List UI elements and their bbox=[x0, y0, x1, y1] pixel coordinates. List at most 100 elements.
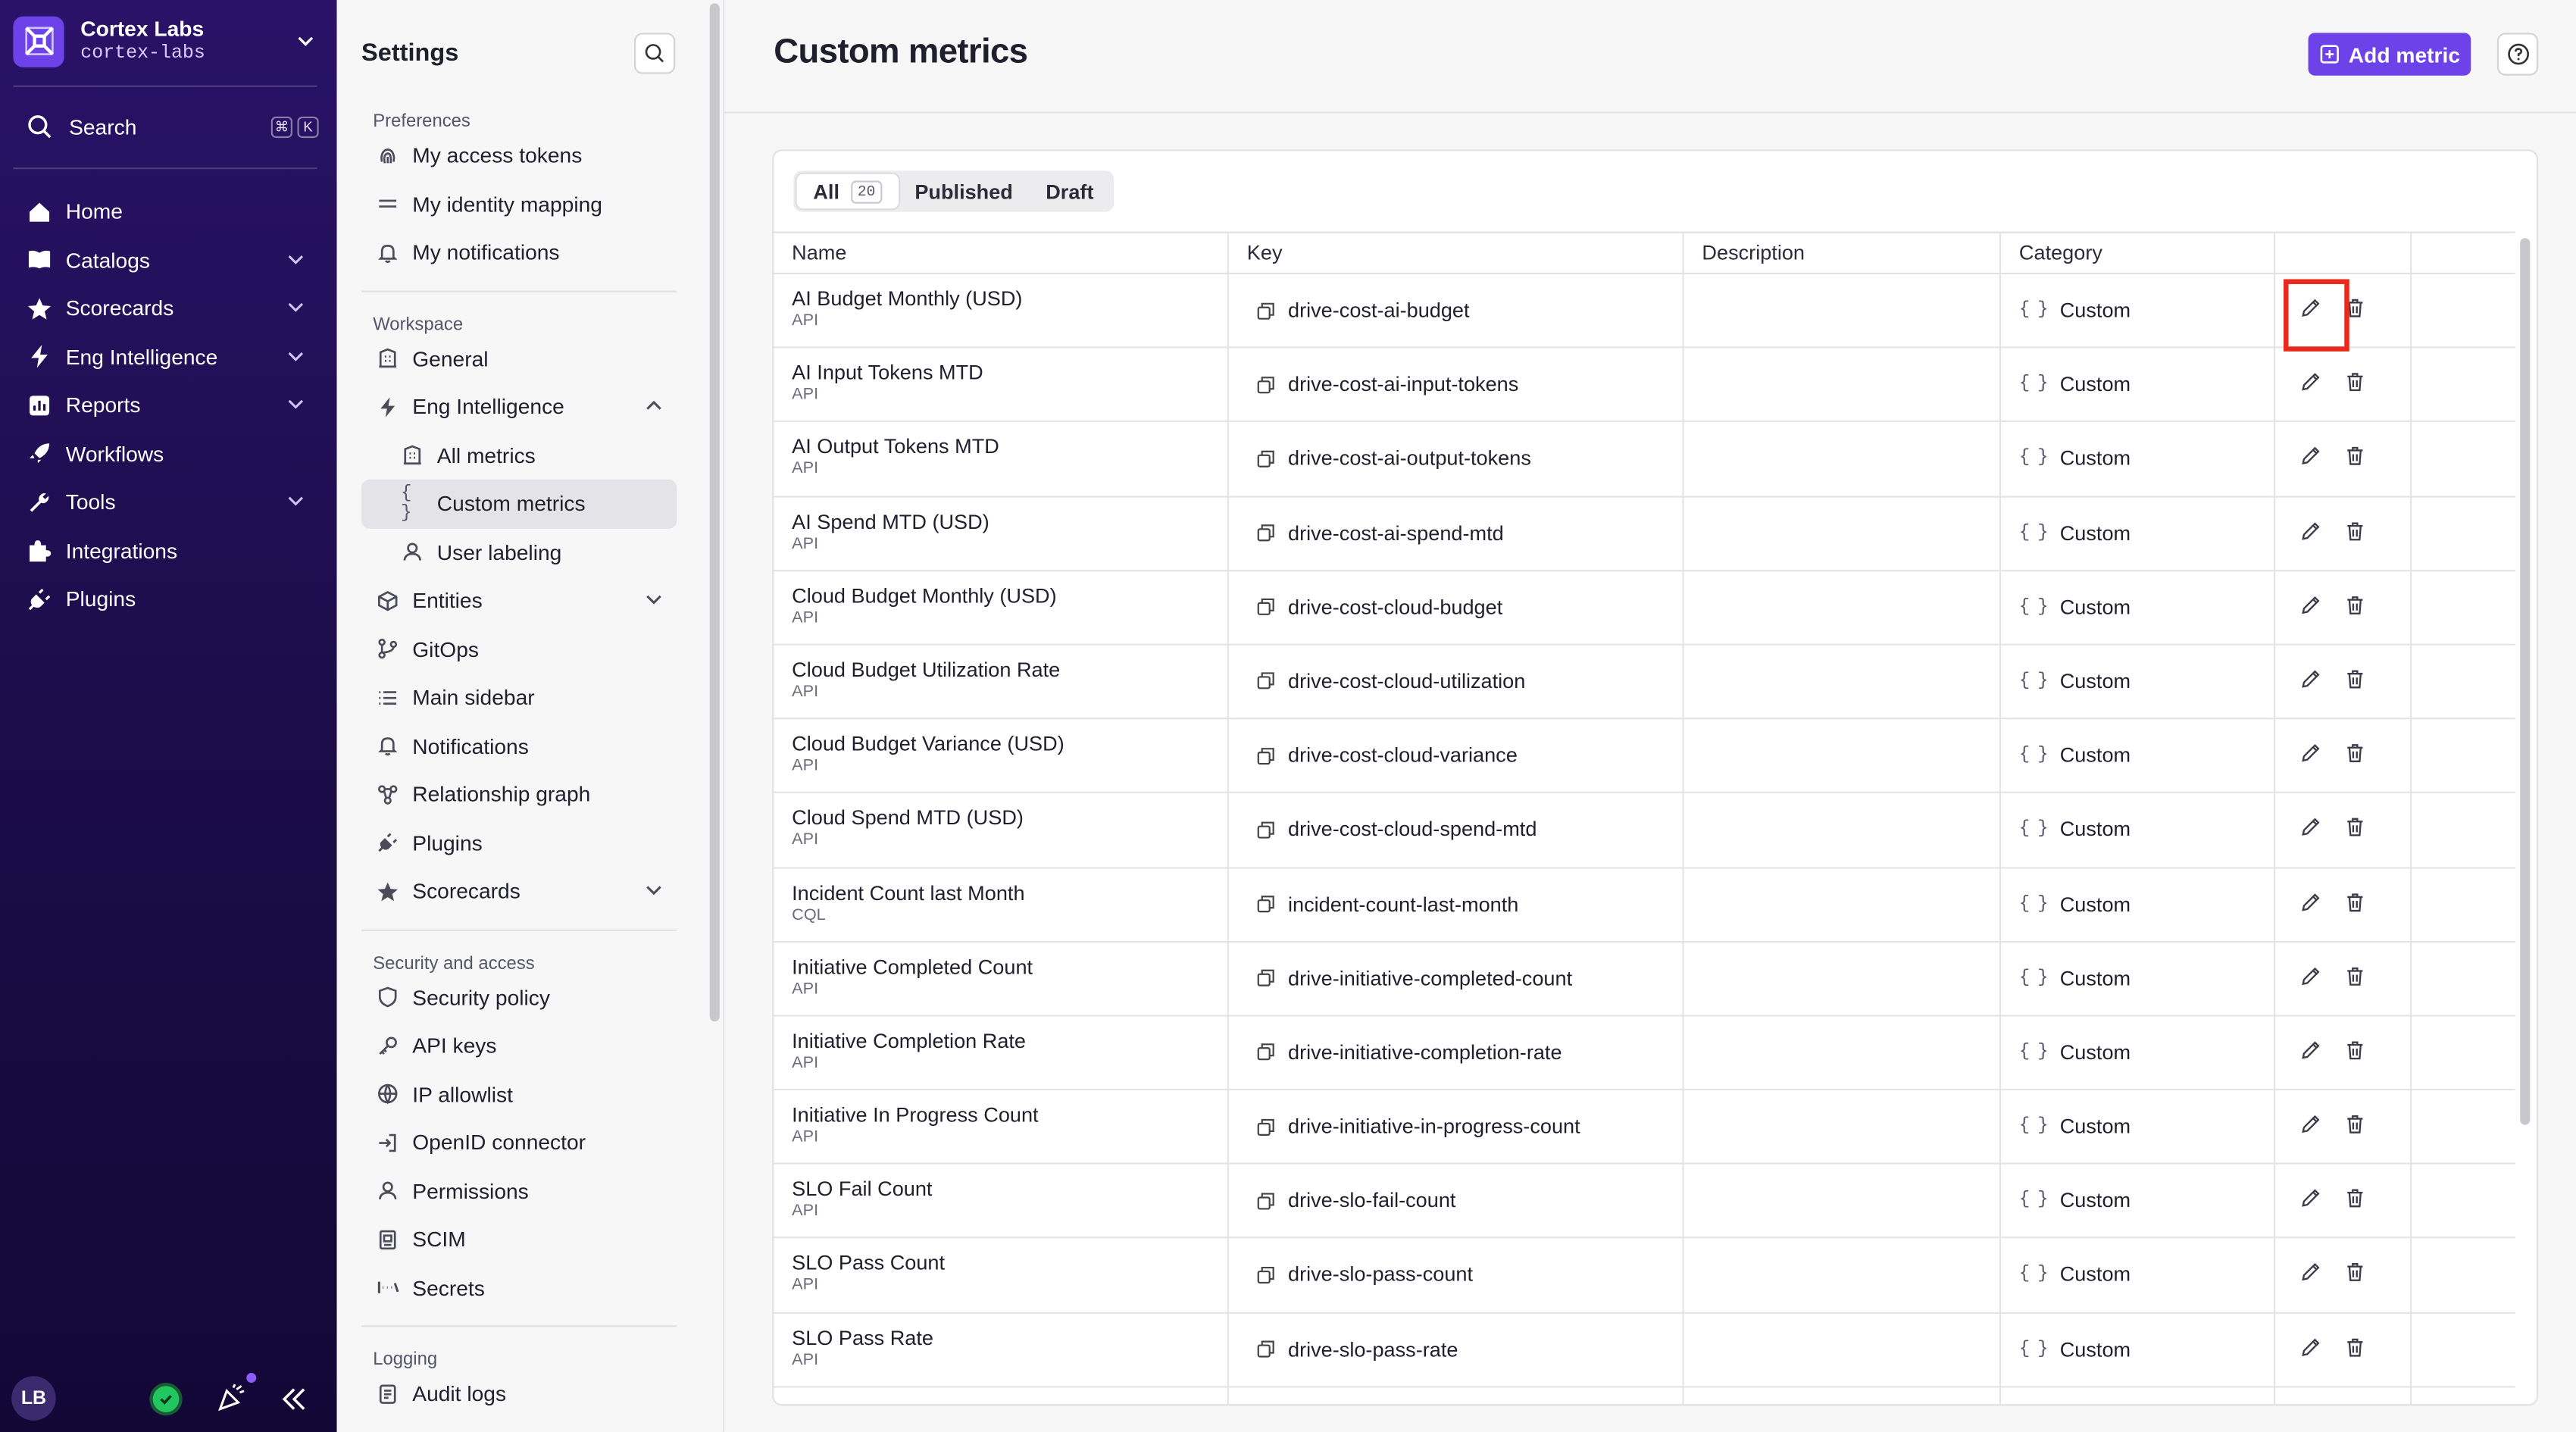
copy-icon[interactable] bbox=[1257, 302, 1288, 320]
nav-search[interactable]: Search ⌘ K bbox=[13, 105, 319, 148]
copy-icon[interactable] bbox=[1257, 672, 1288, 690]
settings-item-general[interactable]: General bbox=[361, 334, 677, 383]
copy-icon[interactable] bbox=[1257, 450, 1288, 468]
settings-item-scim[interactable]: SCIM bbox=[361, 1215, 677, 1264]
metric-name[interactable]: SLO Pass Count bbox=[792, 1252, 945, 1275]
nav-item-catalogs[interactable]: Catalogs bbox=[13, 236, 318, 284]
table-row[interactable]: AI Output Tokens MTD API drive-cost-ai-out… bbox=[774, 423, 2515, 497]
settings-item-all-metrics[interactable]: All metrics bbox=[361, 431, 677, 480]
metric-name[interactable]: Cloud Budget Monthly (USD) bbox=[792, 584, 1057, 607]
table-row[interactable]: Incident Count last Month CQL incident-cou… bbox=[774, 868, 2515, 943]
settings-item-audit-logs[interactable]: Audit logs bbox=[361, 1370, 677, 1418]
settings-item-ip-allowlist[interactable]: IP allowlist bbox=[361, 1070, 677, 1118]
copy-icon[interactable] bbox=[1257, 1192, 1288, 1210]
metric-name[interactable]: SLO Fail Count bbox=[792, 1178, 932, 1201]
metric-name[interactable]: Incident Count last Month bbox=[792, 881, 1024, 904]
settings-item-my-access-tokens[interactable]: My access tokens bbox=[361, 131, 677, 180]
edit-icon[interactable] bbox=[2300, 446, 2321, 467]
edit-icon[interactable] bbox=[2300, 594, 2321, 615]
copy-icon[interactable] bbox=[1257, 1043, 1288, 1061]
party-popper-icon[interactable] bbox=[217, 1383, 246, 1412]
tab-all[interactable]: All 20 bbox=[796, 174, 899, 209]
table-row[interactable]: SLO Pass Count API drive-slo-pass-count { }… bbox=[774, 1239, 2515, 1314]
chevron-down-icon[interactable] bbox=[644, 880, 664, 900]
column-header-description[interactable]: Description bbox=[1684, 233, 1805, 274]
trash-icon[interactable] bbox=[2344, 1114, 2365, 1135]
trash-icon[interactable] bbox=[2344, 371, 2365, 392]
metric-name[interactable]: Initiative In Progress Count bbox=[792, 1104, 1038, 1127]
settings-item-custom-metrics[interactable]: { } Custom metrics bbox=[361, 479, 677, 528]
settings-item-my-identity-mapping[interactable]: My identity mapping bbox=[361, 180, 677, 228]
trash-icon[interactable] bbox=[2344, 965, 2365, 986]
nav-item-workflows[interactable]: Workflows bbox=[13, 430, 318, 478]
metric-name[interactable]: AI Spend MTD (USD) bbox=[792, 510, 989, 533]
settings-item-relationship-graph[interactable]: Relationship graph bbox=[361, 771, 677, 819]
table-row[interactable]: Cloud Spend MTD (USD) API drive-cost-cloud… bbox=[774, 794, 2515, 868]
settings-item-notifications[interactable]: Notifications bbox=[361, 722, 677, 771]
org-switcher[interactable]: Cortex Labs cortex-labs bbox=[13, 11, 325, 70]
settings-search-button[interactable] bbox=[633, 33, 676, 74]
table-row[interactable]: Cloud Budget Utilization Rate API drive-co… bbox=[774, 646, 2515, 720]
chevron-down-icon[interactable] bbox=[286, 394, 305, 414]
trash-icon[interactable] bbox=[2344, 520, 2365, 541]
trash-icon[interactable] bbox=[2344, 446, 2365, 467]
settings-item-permissions[interactable]: Permissions bbox=[361, 1167, 677, 1215]
table-scrollbar[interactable] bbox=[2515, 232, 2537, 1405]
nav-item-eng-intelligence[interactable]: Eng Intelligence bbox=[13, 333, 318, 381]
table-row[interactable]: Cloud Budget Variance (USD) API drive-cost… bbox=[774, 720, 2515, 794]
copy-icon[interactable] bbox=[1257, 1118, 1288, 1136]
settings-item-eng-intelligence[interactable]: Eng Intelligence bbox=[361, 383, 677, 431]
copy-icon[interactable] bbox=[1257, 1266, 1288, 1284]
edit-icon[interactable] bbox=[2300, 1262, 2321, 1283]
table-row[interactable]: AI Input Tokens MTD API drive-cost-ai-inpu… bbox=[774, 349, 2515, 423]
table-row[interactable]: SLO Pass Rate API drive-slo-pass-rate { } Cu… bbox=[774, 1313, 2515, 1388]
trash-icon[interactable] bbox=[2344, 743, 2365, 764]
tab-published[interactable]: Published bbox=[899, 174, 1030, 209]
metric-name[interactable]: Initiative Completion Rate bbox=[792, 1030, 1026, 1052]
trash-icon[interactable] bbox=[2344, 668, 2365, 689]
edit-icon[interactable] bbox=[2300, 1040, 2321, 1061]
table-row[interactable]: AI Spend MTD (USD) API drive-cost-ai-spend… bbox=[774, 497, 2515, 571]
avatar[interactable]: LB bbox=[11, 1376, 56, 1421]
chevron-up-icon[interactable] bbox=[644, 396, 664, 415]
copy-icon[interactable] bbox=[1257, 821, 1288, 839]
table-row[interactable]: Initiative In Progress Count API drive-ini… bbox=[774, 1090, 2515, 1165]
metric-name[interactable]: Cloud Spend MTD (USD) bbox=[792, 807, 1024, 830]
edit-icon[interactable] bbox=[2300, 965, 2321, 986]
nav-item-plugins[interactable]: Plugins bbox=[13, 575, 318, 624]
copy-icon[interactable] bbox=[1257, 1340, 1288, 1359]
nav-item-scorecards[interactable]: Scorecards bbox=[13, 284, 318, 333]
nav-item-tools[interactable]: Tools bbox=[13, 478, 318, 527]
edit-icon[interactable] bbox=[2300, 1188, 2321, 1209]
table-row[interactable]: SLO Fail Count API drive-slo-fail-count { }… bbox=[774, 1165, 2515, 1240]
settings-item-user-labeling[interactable]: User labeling bbox=[361, 528, 677, 577]
table-row[interactable]: Initiative Completed Count API drive-initi… bbox=[774, 942, 2515, 1017]
table-row[interactable]: Cloud Budget Monthly (USD) API drive-cost-… bbox=[774, 571, 2515, 646]
metric-name[interactable]: AI Input Tokens MTD bbox=[792, 361, 983, 384]
metric-name[interactable]: Cloud Budget Variance (USD) bbox=[792, 733, 1064, 755]
trash-icon[interactable] bbox=[2344, 1262, 2365, 1283]
edit-icon[interactable] bbox=[2300, 743, 2321, 764]
chevron-down-icon[interactable] bbox=[286, 491, 305, 511]
trash-icon[interactable] bbox=[2344, 1188, 2365, 1209]
nav-item-integrations[interactable]: Integrations bbox=[13, 527, 318, 575]
trash-icon[interactable] bbox=[2344, 817, 2365, 838]
copy-icon[interactable] bbox=[1257, 598, 1288, 616]
column-header-name[interactable]: Name bbox=[774, 233, 846, 274]
copy-icon[interactable] bbox=[1257, 895, 1288, 913]
settings-item-entities[interactable]: Entities bbox=[361, 577, 677, 625]
sidebar-scrollbar[interactable] bbox=[703, 0, 724, 1432]
settings-item-main-sidebar[interactable]: Main sidebar bbox=[361, 674, 677, 722]
status-ok-icon[interactable] bbox=[152, 1386, 180, 1412]
tab-draft[interactable]: Draft bbox=[1030, 174, 1111, 209]
trash-icon[interactable] bbox=[2344, 891, 2365, 912]
add-metric-button[interactable]: Add metric bbox=[2308, 33, 2471, 76]
trash-icon[interactable] bbox=[2344, 594, 2365, 615]
metric-name[interactable]: Initiative Completed Count bbox=[792, 955, 1033, 978]
nav-item-home[interactable]: Home bbox=[13, 187, 318, 236]
edit-icon[interactable] bbox=[2300, 668, 2321, 689]
edit-icon[interactable] bbox=[2300, 1114, 2321, 1135]
edit-icon[interactable] bbox=[2300, 891, 2321, 912]
edit-icon[interactable] bbox=[2300, 520, 2321, 541]
edit-icon[interactable] bbox=[2300, 1336, 2321, 1357]
